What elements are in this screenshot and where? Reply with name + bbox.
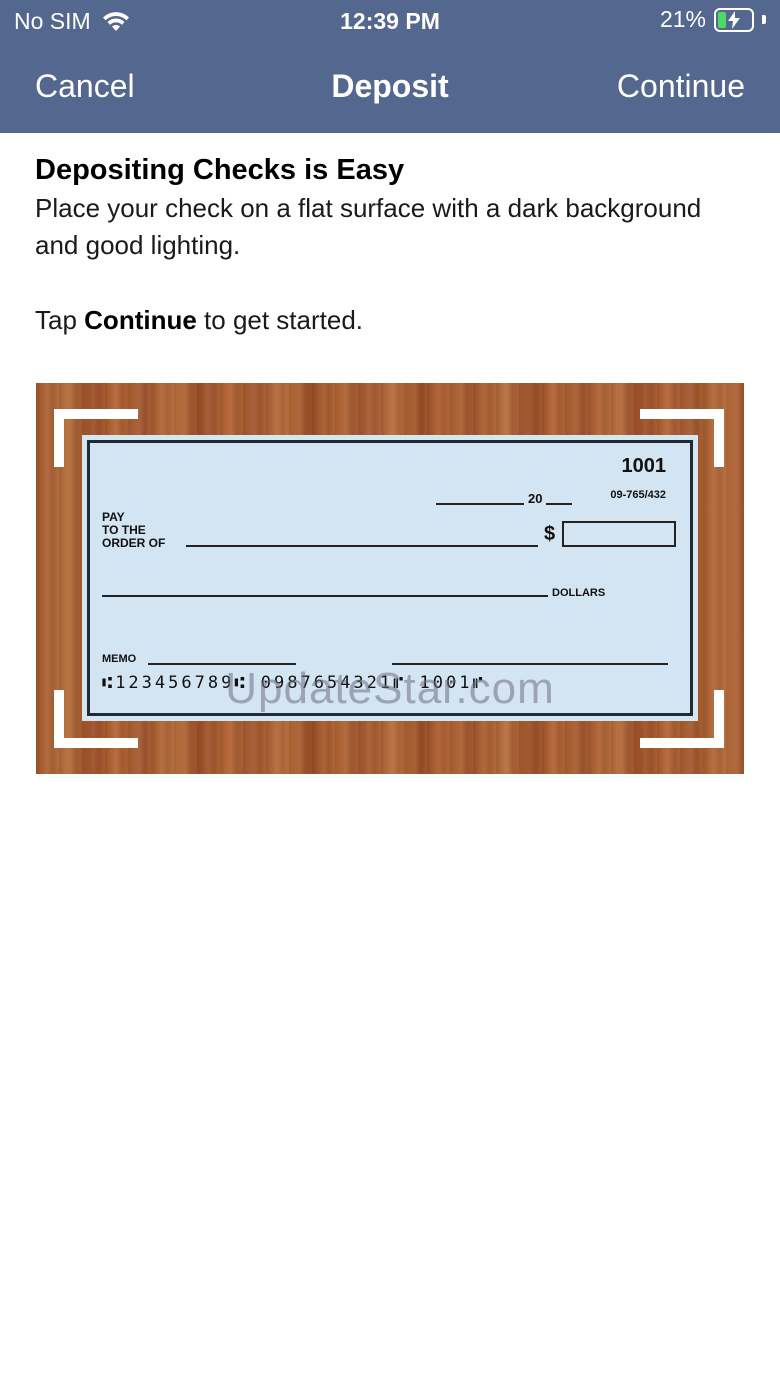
tap-continue-hint: Tap Continue to get started. bbox=[35, 302, 745, 339]
tap-prefix: Tap bbox=[35, 305, 85, 335]
wifi-icon bbox=[102, 11, 129, 31]
dollar-sign: $ bbox=[544, 523, 556, 545]
pay-label-line3: ORDER OF bbox=[102, 536, 166, 550]
dollars-label: DOLLARS bbox=[552, 587, 606, 599]
instructions-heading: Depositing Checks is Easy bbox=[35, 154, 405, 186]
memo-label: MEMO bbox=[102, 653, 137, 665]
memo-line bbox=[148, 663, 296, 665]
tap-suffix: to get started. bbox=[196, 305, 364, 335]
pay-to-label: PAY TO THE ORDER OF bbox=[102, 511, 165, 550]
status-bar: No SIM 12:39 PM 21% bbox=[0, 0, 780, 44]
amount-box bbox=[562, 521, 676, 547]
charging-bolt-icon bbox=[728, 10, 740, 29]
instructions-body: Place your check on a flat surface with … bbox=[35, 193, 702, 260]
routing-fraction: 09-765/432 bbox=[610, 489, 666, 501]
check-face: 1001 20 09-765/432 PAY TO THE ORDER OF $… bbox=[87, 440, 693, 716]
app-header: No SIM 12:39 PM 21% Cancel Deposit Conti… bbox=[0, 0, 780, 133]
battery-tip bbox=[762, 15, 766, 24]
carrier-label: No SIM bbox=[14, 8, 91, 34]
sample-check-image: 1001 20 09-765/432 PAY TO THE ORDER OF $… bbox=[36, 383, 744, 774]
payee-line bbox=[186, 545, 538, 547]
cancel-button[interactable]: Cancel bbox=[35, 68, 135, 105]
tap-continue-bold: Continue bbox=[84, 305, 197, 335]
date-line-year bbox=[546, 503, 572, 505]
battery-icon bbox=[714, 7, 754, 32]
battery-info: 21% bbox=[660, 6, 766, 33]
amount-words-line bbox=[102, 595, 548, 597]
instructions: Depositing Checks is Easy Place your che… bbox=[35, 150, 745, 365]
navigation-bar: Cancel Deposit Continue bbox=[0, 58, 780, 118]
date-year: 20 bbox=[528, 491, 543, 506]
continue-button[interactable]: Continue bbox=[617, 68, 745, 105]
carrier-info: No SIM bbox=[14, 8, 131, 35]
date-line bbox=[436, 503, 524, 505]
signature-line bbox=[392, 663, 668, 665]
check-paper: 1001 20 09-765/432 PAY TO THE ORDER OF $… bbox=[82, 435, 698, 721]
check-number: 1001 bbox=[621, 455, 667, 477]
battery-percent: 21% bbox=[659, 6, 706, 32]
micr-line: ⑆123456789⑆ 0987654321⑈ 1001⑈ bbox=[102, 673, 486, 693]
